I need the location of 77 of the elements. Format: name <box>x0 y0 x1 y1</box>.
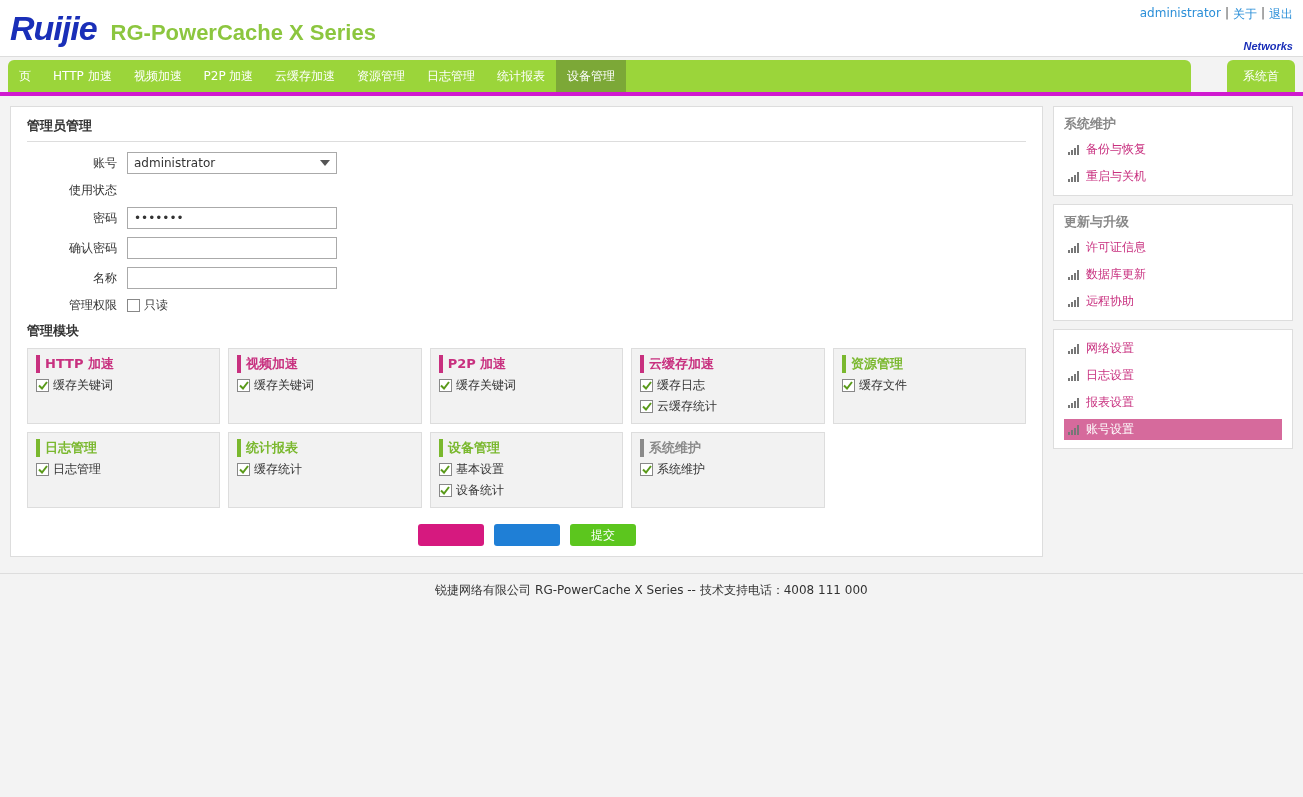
header-link[interactable]: 退出 <box>1269 6 1293 23</box>
checkbox-label: 缓存关键词 <box>254 377 315 394</box>
menu-item[interactable]: 远程协助 <box>1064 291 1282 312</box>
footer-text: 锐捷网络有限公司 RG-PowerCache X Series -- 技术支持电话：4008 111 000 <box>0 573 1303 607</box>
password-field[interactable]: ••••••• <box>127 207 337 229</box>
checkbox-label: 缓存关键词 <box>53 377 113 394</box>
brand-logo: Ruijie <box>10 9 97 48</box>
section-label: 管理模块 <box>27 322 80 340</box>
signal-bars-icon <box>1068 171 1080 182</box>
checkbox-label: 只读 <box>144 297 168 314</box>
checkbox-label: 基本设置 <box>455 461 504 478</box>
account-select[interactable]: administrator <box>127 152 337 174</box>
menu-item[interactable]: 数据库更新 <box>1064 264 1282 285</box>
checkbox[interactable] <box>36 463 49 476</box>
module-title: 统计报表 <box>237 439 413 457</box>
field-label: 名称 <box>92 269 117 287</box>
checkbox[interactable] <box>640 463 654 476</box>
page-title: 管理员管理 <box>27 117 1026 142</box>
checkbox[interactable] <box>841 379 855 392</box>
input-field[interactable] <box>127 267 337 289</box>
menu-item[interactable]: 许可证信息 <box>1064 237 1282 258</box>
checkbox[interactable] <box>36 379 49 392</box>
signal-bars-icon <box>1068 370 1080 381</box>
checkbox[interactable] <box>127 299 140 312</box>
checkbox[interactable] <box>438 463 452 476</box>
checkbox[interactable] <box>438 379 452 392</box>
signal-bars-icon <box>1068 397 1080 408</box>
signal-bars-icon <box>1068 296 1080 307</box>
logo-tagline: Networks <box>1243 40 1293 52</box>
checkbox-label: 缓存关键词 <box>455 377 516 394</box>
menu-item[interactable]: 备份与恢复 <box>1064 139 1282 160</box>
checkbox[interactable] <box>438 484 452 497</box>
signal-bars-icon <box>1068 144 1080 155</box>
module-title: 设备管理 <box>438 439 615 457</box>
signal-bars-icon <box>1068 343 1080 354</box>
menu-item[interactable]: 日志设置 <box>1064 365 1282 386</box>
header-link[interactable]: administrator <box>1139 6 1221 23</box>
separator: | <box>1224 6 1229 22</box>
module-title: HTTP 加速 <box>36 355 212 373</box>
checkbox-label: 设备统计 <box>455 482 504 499</box>
field-label: 使用状态 <box>68 182 117 199</box>
menu-item[interactable]: 报表设置 <box>1064 392 1282 413</box>
checkbox-label: 缓存文件 <box>858 377 907 394</box>
nav-tab[interactable]: 设备管理 <box>556 60 627 92</box>
field-label: 确认密码 <box>68 239 117 257</box>
caret-icon <box>320 160 330 166</box>
signal-bars-icon <box>1068 269 1080 280</box>
module-title: 系统维护 <box>640 439 816 457</box>
submit-button[interactable]: 提交 <box>569 524 636 546</box>
signal-bars-icon <box>1068 242 1080 253</box>
menu-title: 更新与升级 <box>1064 213 1130 231</box>
checkbox[interactable] <box>237 463 251 476</box>
header-link[interactable]: 关于 <box>1232 6 1257 23</box>
separator: | <box>1260 6 1265 22</box>
field-label: 管理权限 <box>68 297 117 314</box>
signal-bars-icon <box>1068 424 1080 435</box>
checkbox-label: 系统维护 <box>657 461 706 478</box>
menu-item[interactable]: 账号设置 <box>1064 419 1282 440</box>
field-label: 账号 <box>92 154 117 172</box>
menu-item[interactable]: 网络设置 <box>1064 338 1282 359</box>
module-title: 资源管理 <box>841 355 1017 373</box>
module-title: 日志管理 <box>36 439 212 457</box>
checkbox-label: 缓存统计 <box>254 461 303 478</box>
menu-item[interactable]: 重启与关机 <box>1064 166 1282 187</box>
product-name: RG-PowerCache X Series <box>110 20 376 46</box>
module-title: P2P 加速 <box>438 355 615 373</box>
menu-title: 系统维护 <box>1064 115 1117 133</box>
module-title: 视频加速 <box>237 355 413 373</box>
checkbox[interactable] <box>640 379 654 392</box>
checkbox-label: 云缓存统计 <box>657 398 718 415</box>
module-title: 云缓存加速 <box>640 355 816 373</box>
checkbox[interactable] <box>640 400 654 413</box>
checkbox-label: 日志管理 <box>53 461 101 478</box>
field-label: 密码 <box>92 209 117 227</box>
checkbox[interactable] <box>237 379 251 392</box>
checkbox-label: 缓存日志 <box>657 377 706 394</box>
password-field[interactable] <box>127 237 337 259</box>
